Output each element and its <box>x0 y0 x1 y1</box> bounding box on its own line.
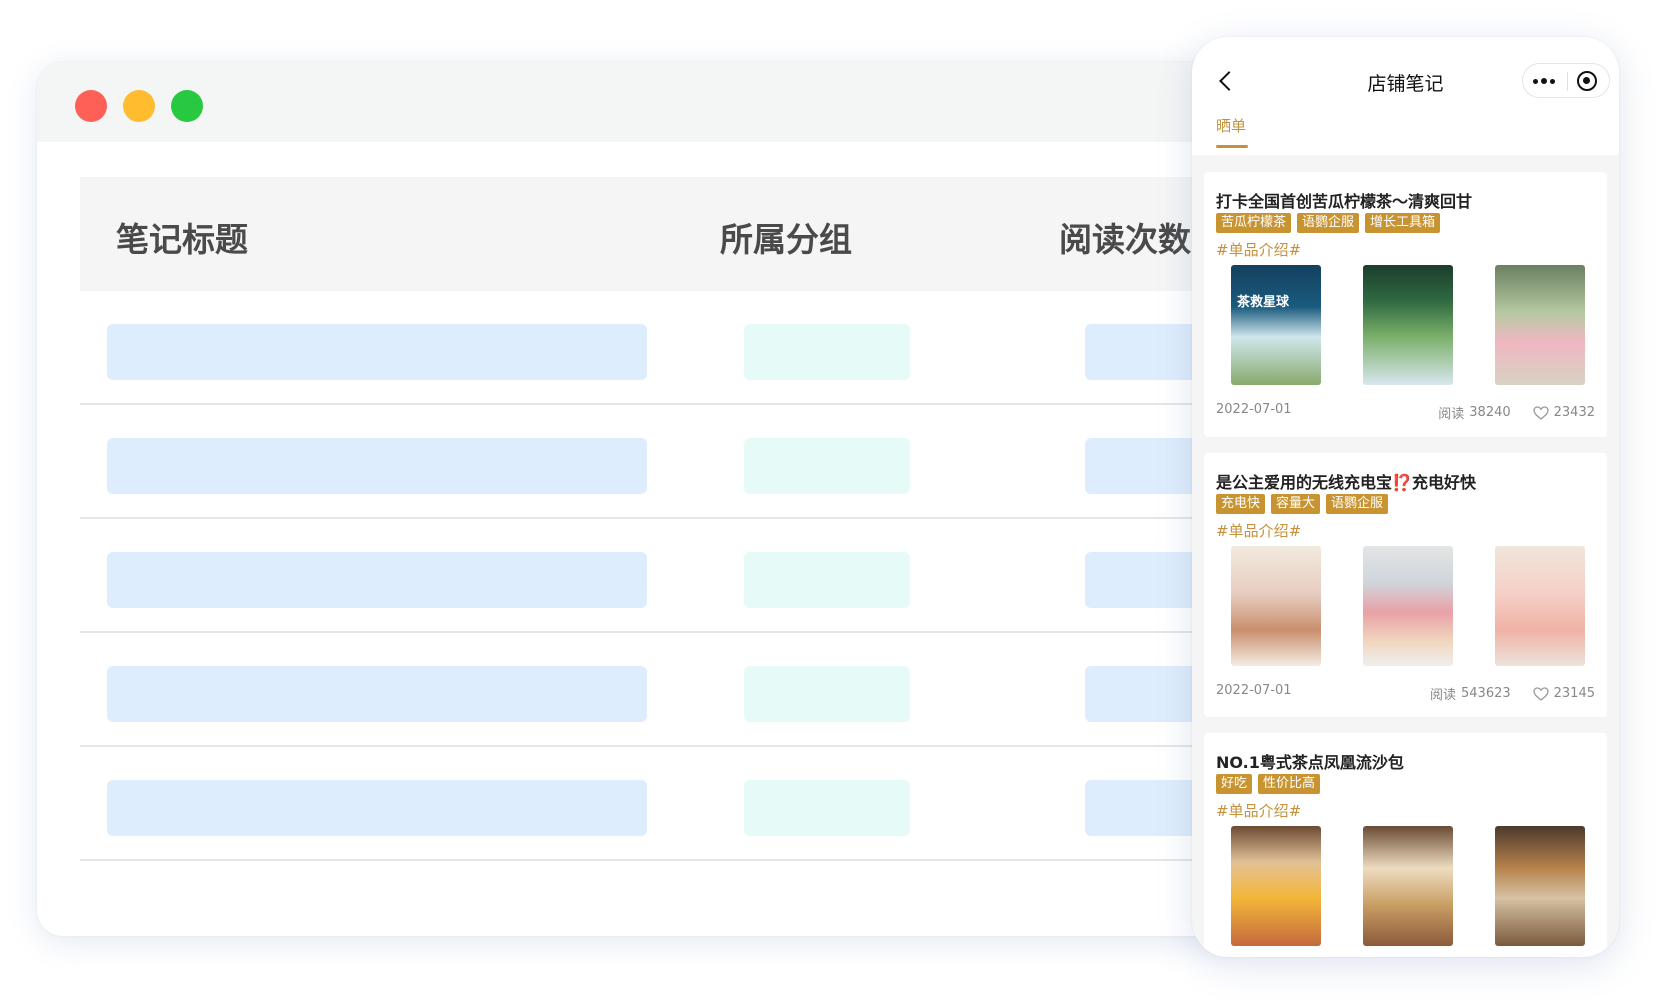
image-caption: 茶救星球 <box>1237 295 1290 310</box>
group-placeholder <box>744 666 910 722</box>
note-stats: 阅读 543623 23145 <box>1430 684 1595 703</box>
group-placeholder <box>744 552 910 608</box>
note-topic[interactable]: #单品介绍# <box>1216 520 1301 541</box>
capsule-divider <box>1567 72 1568 91</box>
note-date: 2022-07-01 <box>1216 683 1292 698</box>
title-placeholder <box>107 324 647 380</box>
note-tags: 好吃 性价比高 <box>1216 774 1321 794</box>
target-circle-icon[interactable] <box>1577 71 1597 91</box>
likes-count: 23432 <box>1553 405 1595 420</box>
reads-label: 阅读 <box>1438 407 1465 422</box>
close-window-button[interactable] <box>75 90 107 122</box>
desktop-window: 笔记标题 所属分组 阅读次数 <box>37 62 1237 936</box>
column-header-reads[interactable]: 阅读次数 <box>1059 213 1191 261</box>
mini-program-capsule <box>1522 63 1610 98</box>
note-image[interactable] <box>1231 826 1321 946</box>
note-stats: 阅读 38240 23432 <box>1438 403 1595 422</box>
note-tag: 语鹦企服 <box>1297 213 1360 233</box>
note-title: NO.1粤式茶点凤凰流沙包 <box>1216 753 1404 772</box>
active-tab-indicator <box>1216 145 1248 148</box>
exclamation-question-emoji: ⁉️ <box>1392 473 1412 492</box>
note-tag: 充电快 <box>1216 494 1266 514</box>
note-card[interactable]: 是公主爱用的无线充电宝⁉️充电好快 充电快 容量大 语鹦企服 #单品介绍# 20… <box>1204 453 1607 717</box>
note-image[interactable] <box>1495 265 1585 385</box>
table-row[interactable] <box>80 291 1237 405</box>
column-header-note-title[interactable]: 笔记标题 <box>116 213 248 261</box>
note-images <box>1231 826 1585 946</box>
note-tags: 苦瓜柠檬茶 语鹦企服 增长工具箱 <box>1216 213 1441 233</box>
table-row[interactable] <box>80 747 1237 861</box>
group-placeholder <box>744 780 910 836</box>
note-tag: 增长工具箱 <box>1365 213 1441 233</box>
note-tag: 语鹦企服 <box>1326 494 1389 514</box>
reads-count: 38240 <box>1469 405 1511 420</box>
note-title: 打卡全国首创苦瓜柠檬茶～清爽回甘 <box>1216 192 1473 211</box>
table-header: 笔记标题 所属分组 阅读次数 <box>80 177 1237 291</box>
table-row[interactable] <box>80 633 1237 747</box>
note-date: 2022-07-01 <box>1216 402 1292 417</box>
note-tag: 苦瓜柠檬茶 <box>1216 213 1292 233</box>
more-dots-icon[interactable] <box>1533 72 1559 90</box>
reads-count: 543623 <box>1461 686 1511 701</box>
heart-outline-icon[interactable] <box>1532 686 1549 701</box>
note-images <box>1231 546 1585 666</box>
note-title: 是公主爱用的无线充电宝⁉️充电好快 <box>1216 473 1476 492</box>
note-tags: 充电快 容量大 语鹦企服 <box>1216 494 1389 514</box>
note-topic[interactable]: #单品介绍# <box>1216 239 1301 260</box>
note-image[interactable] <box>1495 826 1585 946</box>
note-image[interactable] <box>1231 546 1321 666</box>
column-header-group[interactable]: 所属分组 <box>720 213 852 261</box>
window-titlebar <box>37 62 1237 142</box>
note-tag: 好吃 <box>1216 774 1253 794</box>
group-placeholder <box>744 324 910 380</box>
minimize-window-button[interactable] <box>123 90 155 122</box>
group-placeholder <box>744 438 910 494</box>
note-tag: 性价比高 <box>1258 774 1321 794</box>
likes-count: 23145 <box>1553 686 1595 701</box>
note-image[interactable]: 茶救星球 <box>1231 265 1321 385</box>
title-placeholder <box>107 780 647 836</box>
note-card[interactable]: 打卡全国首创苦瓜柠檬茶～清爽回甘 苦瓜柠檬茶 语鹦企服 增长工具箱 #单品介绍#… <box>1204 172 1607 437</box>
note-topic[interactable]: #单品介绍# <box>1216 800 1301 821</box>
phone-preview: 店铺笔记 晒单 打卡全国首创苦瓜柠檬茶～清爽回甘 苦瓜柠檬茶 语鹦企服 增长工具… <box>1192 37 1619 957</box>
tab-showcase[interactable]: 晒单 <box>1216 115 1246 136</box>
note-image[interactable] <box>1363 826 1453 946</box>
note-image[interactable] <box>1495 546 1585 666</box>
note-image[interactable] <box>1363 265 1453 385</box>
maximize-window-button[interactable] <box>171 90 203 122</box>
note-tag: 容量大 <box>1271 494 1321 514</box>
heart-outline-icon[interactable] <box>1532 405 1549 420</box>
title-placeholder <box>107 438 647 494</box>
table-row[interactable] <box>80 405 1237 519</box>
reads-label: 阅读 <box>1429 688 1456 703</box>
title-placeholder <box>107 552 647 608</box>
note-card[interactable]: NO.1粤式茶点凤凰流沙包 好吃 性价比高 #单品介绍# <box>1204 733 1607 957</box>
table-row[interactable] <box>80 519 1237 633</box>
nav-bar: 店铺笔记 晒单 <box>1192 37 1619 155</box>
note-images: 茶救星球 <box>1231 265 1585 385</box>
title-placeholder <box>107 666 647 722</box>
note-image[interactable] <box>1363 546 1453 666</box>
